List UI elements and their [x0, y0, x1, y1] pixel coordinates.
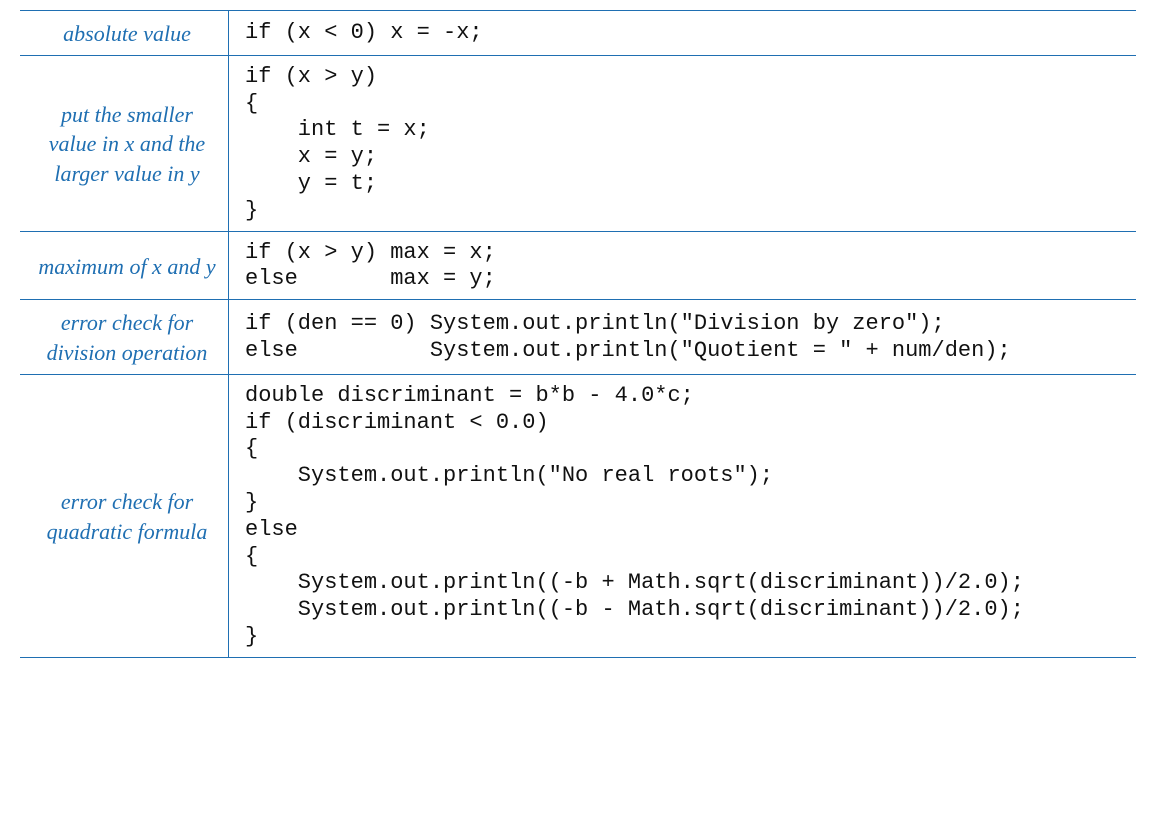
description-cell: error check for division operation: [20, 300, 229, 374]
description-cell: absolute value: [20, 11, 229, 56]
description-cell: error check for quadratic formula: [20, 374, 229, 657]
table-row: maximum of x and y if (x > y) max = x; e…: [20, 231, 1136, 300]
table-row: absolute value if (x < 0) x = -x;: [20, 11, 1136, 56]
code-cell: if (x < 0) x = -x;: [229, 11, 1137, 56]
code-cell: if (den == 0) System.out.println("Divisi…: [229, 300, 1137, 374]
table-row: put the smaller value in x and the large…: [20, 55, 1136, 231]
table-row: error check for quadratic formula double…: [20, 374, 1136, 657]
description-cell: put the smaller value in x and the large…: [20, 55, 229, 231]
code-cell: if (x > y) max = x; else max = y;: [229, 231, 1137, 300]
description-cell: maximum of x and y: [20, 231, 229, 300]
table-row: error check for division operation if (d…: [20, 300, 1136, 374]
code-examples-table-container: absolute value if (x < 0) x = -x; put th…: [0, 0, 1156, 688]
code-examples-table: absolute value if (x < 0) x = -x; put th…: [20, 10, 1136, 658]
code-cell: double discriminant = b*b - 4.0*c; if (d…: [229, 374, 1137, 657]
code-cell: if (x > y) { int t = x; x = y; y = t; }: [229, 55, 1137, 231]
